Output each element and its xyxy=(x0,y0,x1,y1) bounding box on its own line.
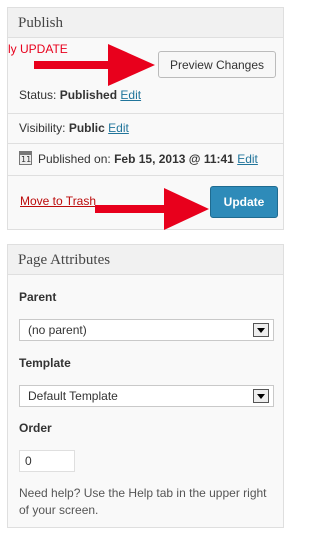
template-select[interactable]: Default Template xyxy=(19,385,274,407)
preview-changes-button[interactable]: Preview Changes xyxy=(158,51,276,78)
parent-label: Parent xyxy=(19,290,57,304)
publish-box: Publish ly UPDATE Preview Changes Status… xyxy=(7,7,284,230)
parent-select[interactable]: (no parent) xyxy=(19,319,274,341)
template-select-value: Default Template xyxy=(28,389,118,403)
calendar-icon-text: 11 xyxy=(21,155,32,164)
update-button[interactable]: Update xyxy=(210,186,278,218)
divider xyxy=(8,143,283,144)
page-attributes-title: Page Attributes xyxy=(8,245,283,275)
status-row: Status: Published Edit xyxy=(19,88,141,102)
visibility-label: Visibility: xyxy=(19,121,66,135)
chevron-down-icon[interactable] xyxy=(253,323,269,337)
publish-title: Publish xyxy=(8,8,283,38)
order-input[interactable]: 0 xyxy=(19,450,75,472)
published-row: Published on: Feb 15, 2013 @ 11:41 Edit xyxy=(38,152,258,166)
status-label: Status: xyxy=(19,88,57,102)
visibility-value: Public xyxy=(68,121,105,135)
page-attributes-box: Page Attributes Parent (no parent) Templ… xyxy=(7,244,284,528)
calendar-icon: 11 xyxy=(19,151,32,165)
annotation-text: ly UPDATE xyxy=(8,42,68,56)
chevron-down-icon[interactable] xyxy=(253,389,269,403)
move-to-trash-link[interactable]: Move to Trash xyxy=(20,194,96,208)
visibility-edit-link[interactable]: Edit xyxy=(108,121,129,135)
published-edit-link[interactable]: Edit xyxy=(237,152,258,166)
published-value: Feb 15, 2013 @ 11:41 xyxy=(114,152,234,166)
divider xyxy=(8,175,283,176)
parent-select-value: (no parent) xyxy=(28,323,87,337)
visibility-row: Visibility: Public Edit xyxy=(19,121,129,135)
divider xyxy=(8,113,283,114)
help-text: Need help? Use the Help tab in the upper… xyxy=(19,486,267,517)
order-label: Order xyxy=(19,421,52,435)
published-label: Published on: xyxy=(38,152,111,166)
template-label: Template xyxy=(19,356,71,370)
status-edit-link[interactable]: Edit xyxy=(120,88,141,102)
status-value: Published xyxy=(59,88,118,102)
